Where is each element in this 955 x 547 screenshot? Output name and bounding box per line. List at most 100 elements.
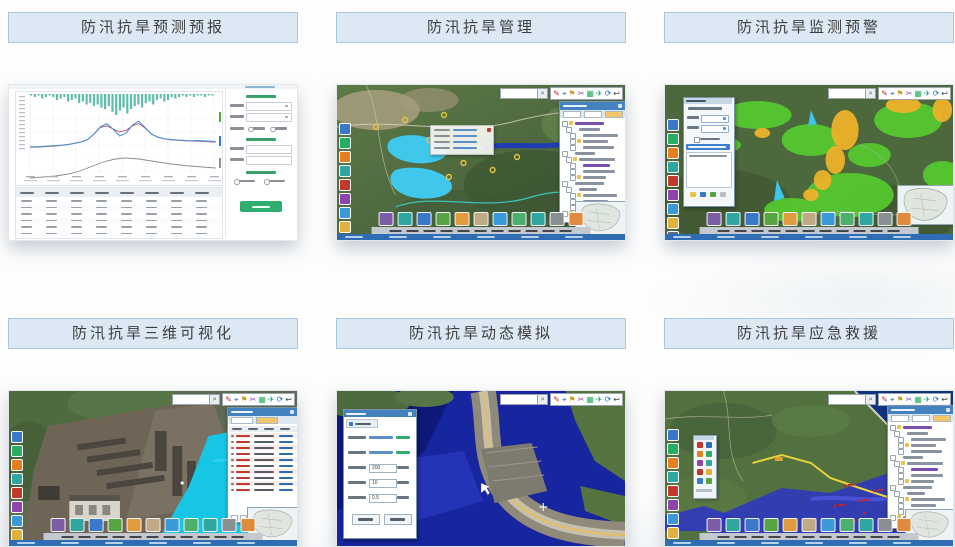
- station-row[interactable]: [229, 487, 297, 492]
- checkbox[interactable]: [694, 137, 700, 143]
- tool-icon[interactable]: [11, 459, 23, 471]
- refresh-icon[interactable]: ⟳: [277, 395, 284, 405]
- tool-icon[interactable]: [667, 217, 679, 229]
- panel-title-rescue[interactable]: 防汛抗旱应急救援: [664, 318, 954, 349]
- measure-icon[interactable]: ⌖: [234, 395, 239, 405]
- tool-icon[interactable]: [11, 445, 23, 457]
- locate-icon[interactable]: ✈: [596, 89, 603, 99]
- tree-item[interactable]: [562, 193, 624, 198]
- tree-item[interactable]: [562, 181, 624, 186]
- tool-icon[interactable]: [667, 189, 679, 201]
- dock-app-icon[interactable]: [417, 212, 432, 226]
- clip-icon[interactable]: ✂: [578, 89, 585, 99]
- tool-icon[interactable]: [339, 179, 351, 191]
- dock-app-icon[interactable]: [783, 212, 798, 226]
- locate-icon[interactable]: ✈: [924, 89, 931, 99]
- dock-app-icon[interactable]: [512, 212, 527, 226]
- flag-icon[interactable]: ⚑: [896, 395, 903, 405]
- layers-icon[interactable]: ▦: [914, 395, 922, 405]
- dock-app-icon[interactable]: [241, 518, 256, 532]
- search-icon[interactable]: ⌕: [537, 89, 547, 98]
- search-input[interactable]: ⌕: [500, 394, 548, 405]
- dock-app-icon[interactable]: [745, 212, 760, 226]
- locate-link[interactable]: [279, 465, 293, 467]
- dock-app-icon[interactable]: [127, 518, 142, 532]
- pick-link[interactable]: [369, 451, 393, 454]
- pick-link[interactable]: [369, 436, 393, 439]
- dock-app-icon[interactable]: [51, 518, 66, 532]
- text-input[interactable]: [246, 145, 292, 154]
- panel-title-visualization[interactable]: 防汛抗旱三维可视化: [8, 318, 298, 349]
- layers-icon[interactable]: ▦: [586, 89, 594, 99]
- draw-pen-icon[interactable]: ✎: [553, 395, 560, 405]
- tree-item[interactable]: [890, 503, 952, 508]
- locate-link[interactable]: [279, 483, 293, 485]
- tool-icon[interactable]: [667, 443, 679, 455]
- tree-item[interactable]: [890, 425, 952, 430]
- dock-app-icon[interactable]: [455, 212, 470, 226]
- locate-icon[interactable]: ✈: [924, 395, 931, 405]
- station-row[interactable]: [229, 463, 297, 468]
- forecast-screenshot[interactable]: [8, 84, 298, 241]
- tool-icon[interactable]: [11, 473, 23, 485]
- picked-status-link[interactable]: [396, 451, 410, 454]
- tool-icon[interactable]: [339, 165, 351, 177]
- tree-tab[interactable]: [584, 111, 602, 118]
- palette-icon[interactable]: [697, 442, 703, 448]
- dock-app-icon[interactable]: [222, 518, 237, 532]
- dock-app-icon[interactable]: [569, 212, 584, 226]
- legend-icon[interactable]: [720, 192, 726, 197]
- locate-link[interactable]: [279, 477, 293, 479]
- locate-link[interactable]: [279, 453, 293, 455]
- tree-item[interactable]: [890, 461, 952, 466]
- palette-icon[interactable]: [706, 460, 712, 466]
- dock-app-icon[interactable]: [783, 518, 798, 532]
- dock-app-icon[interactable]: [802, 518, 817, 532]
- tree-item[interactable]: [890, 479, 952, 484]
- dock-app-icon[interactable]: [878, 518, 893, 532]
- measure-icon[interactable]: ⌖: [890, 89, 895, 99]
- clip-icon[interactable]: ✂: [906, 89, 913, 99]
- dock-app-icon[interactable]: [707, 518, 722, 532]
- value-input[interactable]: 200: [369, 464, 397, 473]
- locate-link[interactable]: [279, 471, 293, 473]
- clip-icon[interactable]: ✂: [906, 395, 913, 405]
- measure-icon[interactable]: ⌖: [562, 89, 567, 99]
- layers-icon[interactable]: ▦: [258, 395, 266, 405]
- undo-arrow-icon[interactable]: ↩: [941, 89, 948, 99]
- dock-app-icon[interactable]: [726, 518, 741, 532]
- tree-item[interactable]: [562, 127, 624, 132]
- value-input[interactable]: 10: [369, 479, 397, 488]
- dock-app-icon[interactable]: [89, 518, 104, 532]
- panel-title-monitoring[interactable]: 防汛抗旱监测预警: [664, 12, 954, 43]
- palette-icon[interactable]: [697, 451, 703, 457]
- tool-icon[interactable]: [667, 429, 679, 441]
- tree-item[interactable]: [562, 163, 624, 168]
- locate-link[interactable]: [279, 489, 293, 491]
- select-input[interactable]: [246, 113, 292, 122]
- dock-app-icon[interactable]: [474, 212, 489, 226]
- tree-tab[interactable]: [605, 111, 623, 118]
- table-row[interactable]: [16, 211, 222, 217]
- dock-app-icon[interactable]: [436, 212, 451, 226]
- tool-icon[interactable]: [11, 487, 23, 499]
- tool-icon[interactable]: [667, 175, 679, 187]
- tree-item[interactable]: [562, 169, 624, 174]
- locate-icon[interactable]: ✈: [268, 395, 275, 405]
- measure-icon[interactable]: ⌖: [890, 395, 895, 405]
- flag-icon[interactable]: ⚑: [568, 89, 575, 99]
- flag-icon[interactable]: ⚑: [240, 395, 247, 405]
- tree-item[interactable]: [890, 491, 952, 496]
- station-row[interactable]: [229, 451, 297, 456]
- tree-item[interactable]: [562, 121, 624, 126]
- close-icon[interactable]: [487, 128, 491, 132]
- tool-icon[interactable]: [339, 221, 351, 233]
- locate-link[interactable]: [279, 435, 293, 437]
- dock-app-icon[interactable]: [184, 518, 199, 532]
- refresh-icon[interactable]: ⟳: [605, 395, 612, 405]
- dock-app-icon[interactable]: [550, 212, 565, 226]
- result-list[interactable]: [686, 152, 732, 188]
- dock-app-icon[interactable]: [840, 518, 855, 532]
- table-row[interactable]: [16, 231, 222, 237]
- rescue-tool-palette[interactable]: [693, 435, 717, 499]
